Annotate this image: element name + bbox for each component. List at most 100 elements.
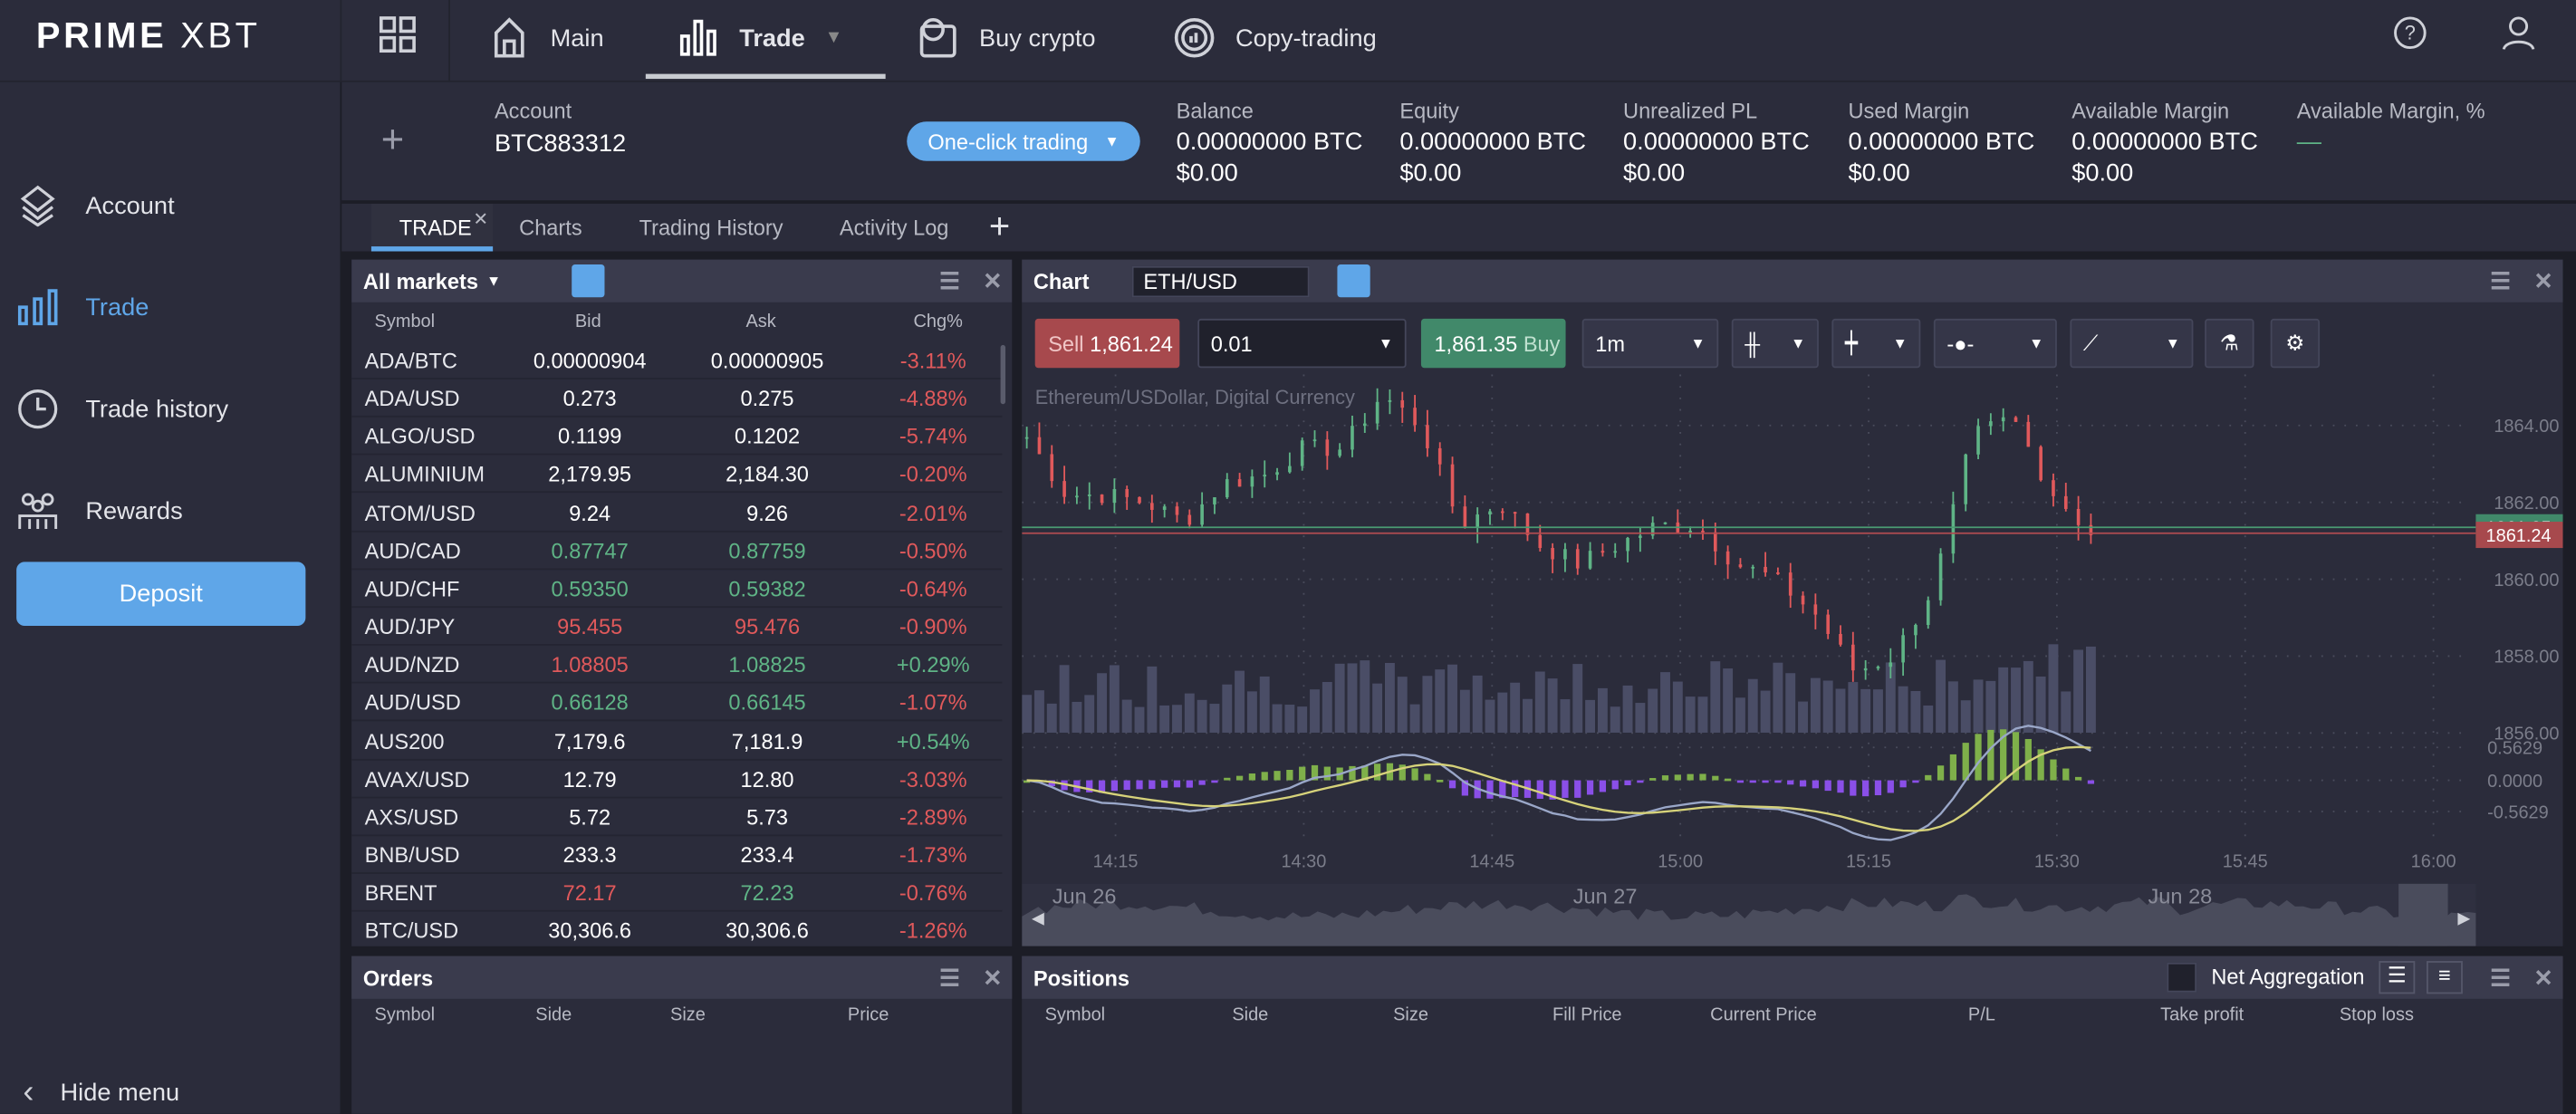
ask[interactable]: 5.73 bbox=[693, 804, 841, 829]
bid[interactable]: 5.72 bbox=[529, 804, 650, 829]
ask[interactable]: 12.80 bbox=[693, 766, 841, 791]
user-icon[interactable] bbox=[2501, 14, 2537, 51]
bid[interactable]: 95.455 bbox=[529, 614, 650, 639]
chart-type-button[interactable]: ╫ ▼ bbox=[1731, 318, 1819, 369]
ask[interactable]: 0.59382 bbox=[693, 576, 841, 600]
bid[interactable]: 233.3 bbox=[529, 842, 650, 867]
one-click-trading-button[interactable]: One-click trading ▼ bbox=[907, 121, 1140, 161]
col-symbol[interactable]: Symbol bbox=[375, 1005, 436, 1025]
bid[interactable]: 2,179.95 bbox=[529, 462, 650, 486]
ask[interactable]: 2,184.30 bbox=[693, 462, 841, 486]
draw-tool-button[interactable]: ⟋ ▼ bbox=[2070, 318, 2194, 369]
ask[interactable]: 30,306.6 bbox=[693, 918, 841, 943]
col-price[interactable]: Price bbox=[848, 1005, 889, 1025]
quantity-select[interactable]: 0.01 ▼ bbox=[1197, 318, 1407, 369]
sort-icon[interactable]: ☰ bbox=[2379, 961, 2416, 994]
menu-icon[interactable]: ☰ bbox=[939, 268, 960, 296]
ask[interactable]: 7,181.9 bbox=[693, 728, 841, 753]
deposit-button[interactable]: Deposit bbox=[16, 562, 306, 627]
net-aggregation-checkbox[interactable] bbox=[2167, 962, 2197, 993]
ask[interactable]: 9.26 bbox=[693, 500, 841, 524]
crosshair-button[interactable]: ┿ ▼ bbox=[1831, 318, 1921, 369]
ask[interactable]: 0.66145 bbox=[693, 690, 841, 715]
col-ask[interactable]: Ask bbox=[745, 312, 775, 332]
col-size[interactable]: Size bbox=[670, 1005, 706, 1025]
settings-button[interactable]: ⚙ bbox=[2270, 318, 2321, 369]
ask[interactable]: 1.08825 bbox=[693, 652, 841, 677]
market-row[interactable]: BTC/USD 30,306.6 30,306.6 -1.26% bbox=[351, 912, 1002, 946]
bid[interactable]: 0.1199 bbox=[529, 424, 650, 448]
col-symbol[interactable]: Symbol bbox=[375, 312, 436, 332]
bid[interactable]: 0.59350 bbox=[529, 576, 650, 600]
nav-main[interactable]: Main bbox=[488, 0, 604, 75]
col-symbol[interactable]: Symbol bbox=[1045, 1005, 1106, 1025]
link-icon[interactable] bbox=[572, 264, 605, 298]
col-stop-loss[interactable]: Stop loss bbox=[2340, 1005, 2414, 1025]
close-icon[interactable]: ✕ bbox=[2533, 965, 2552, 993]
ask[interactable]: 72.23 bbox=[693, 880, 841, 905]
add-tab-icon[interactable]: + bbox=[989, 206, 1010, 248]
market-row[interactable]: AUD/CAD 0.87747 0.87759 -0.50% bbox=[351, 532, 1003, 570]
close-tab-icon[interactable]: ✕ bbox=[473, 208, 488, 230]
bid[interactable]: 72.17 bbox=[529, 880, 650, 905]
sidebar-item-trade-history[interactable]: Trade history bbox=[16, 388, 228, 430]
market-row[interactable]: AUD/CHF 0.59350 0.59382 -0.64% bbox=[351, 570, 1003, 608]
col-current-price[interactable]: Current Price bbox=[1710, 1005, 1817, 1025]
account-id[interactable]: BTC883312 bbox=[495, 130, 626, 158]
sell-button[interactable]: Sell 1,861.24 bbox=[1034, 318, 1180, 369]
chevron-down-icon[interactable]: ▼ bbox=[486, 273, 501, 289]
market-row[interactable]: AUD/NZD 1.08805 1.08825 +0.29% bbox=[351, 646, 1003, 684]
market-row[interactable]: ALUMINIUM 2,179.95 2,184.30 -0.20% bbox=[351, 456, 1003, 494]
markets-filter[interactable]: All markets bbox=[363, 269, 478, 293]
bid[interactable]: 0.00000904 bbox=[529, 349, 650, 373]
sidebar-item-trade[interactable]: Trade bbox=[16, 286, 149, 329]
filter-icon[interactable]: ≡ bbox=[2426, 961, 2463, 994]
add-account-icon[interactable]: + bbox=[381, 119, 404, 165]
nav-trade[interactable]: Trade ▼ bbox=[677, 0, 842, 75]
nav-copy-trading[interactable]: Copy-trading bbox=[1173, 0, 1377, 75]
bid[interactable]: 0.87747 bbox=[529, 538, 650, 562]
tab-charts[interactable]: Charts bbox=[519, 216, 582, 240]
scrollbar[interactable] bbox=[1000, 344, 1006, 405]
market-row[interactable]: AVAX/USD 12.79 12.80 -3.03% bbox=[351, 760, 1003, 798]
ask[interactable]: 95.476 bbox=[693, 614, 841, 639]
market-row[interactable]: ALGO/USD 0.1199 0.1202 -5.74% bbox=[351, 418, 1003, 456]
menu-icon[interactable]: ☰ bbox=[2490, 965, 2511, 993]
tab-trade-label[interactable]: TRADE bbox=[399, 216, 472, 240]
hide-menu-button[interactable]: ‹ Hide menu bbox=[23, 1074, 179, 1112]
col-side[interactable]: Side bbox=[1232, 1005, 1268, 1025]
ask[interactable]: 0.275 bbox=[693, 386, 841, 410]
ask[interactable]: 0.1202 bbox=[693, 424, 841, 448]
market-row[interactable]: AXS/USD 5.72 5.73 -2.89% bbox=[351, 798, 1003, 836]
market-row[interactable]: ADA/BTC 0.00000904 0.00000905 -3.11% bbox=[351, 341, 1003, 379]
buy-button[interactable]: 1,861.35 Buy bbox=[1420, 318, 1566, 369]
market-row[interactable]: ATOM/USD 9.24 9.26 -2.01% bbox=[351, 494, 1003, 532]
market-row[interactable]: ADA/USD 0.273 0.275 -4.88% bbox=[351, 379, 1003, 418]
nav-buy-crypto[interactable]: Buy crypto bbox=[917, 0, 1096, 75]
logo[interactable]: PRIME XBT bbox=[36, 14, 261, 57]
market-row[interactable]: AUD/JPY 95.455 95.476 -0.90% bbox=[351, 608, 1003, 646]
menu-icon[interactable]: ☰ bbox=[939, 965, 960, 993]
market-row[interactable]: AUD/USD 0.66128 0.66145 -1.07% bbox=[351, 684, 1003, 722]
bid[interactable]: 30,306.6 bbox=[529, 918, 650, 943]
interval-select[interactable]: 1m ▼ bbox=[1581, 318, 1719, 369]
tab-trading-history[interactable]: Trading History bbox=[639, 216, 783, 240]
bid[interactable]: 9.24 bbox=[529, 500, 650, 524]
tab-activity-log[interactable]: Activity Log bbox=[840, 216, 949, 240]
bid[interactable]: 0.66128 bbox=[529, 690, 650, 715]
ask[interactable]: 0.00000905 bbox=[693, 349, 841, 373]
col-size[interactable]: Size bbox=[1393, 1005, 1428, 1025]
market-row[interactable]: BRENT 72.17 72.23 -0.76% bbox=[351, 874, 1003, 912]
sidebar-item-account[interactable]: Account bbox=[16, 184, 175, 227]
market-row[interactable]: AUS200 7,179.6 7,181.9 +0.54% bbox=[351, 722, 1003, 760]
close-icon[interactable]: ✕ bbox=[983, 965, 1002, 993]
bid[interactable]: 7,179.6 bbox=[529, 728, 650, 753]
navigator-window[interactable] bbox=[2398, 883, 2448, 946]
apps-grid-icon[interactable] bbox=[378, 14, 418, 54]
bid[interactable]: 0.273 bbox=[529, 386, 650, 410]
help-icon[interactable]: ? bbox=[2392, 14, 2428, 51]
close-icon[interactable]: ✕ bbox=[983, 268, 1002, 296]
ask[interactable]: 233.4 bbox=[693, 842, 841, 867]
ask[interactable]: 0.87759 bbox=[693, 538, 841, 562]
col-bid[interactable]: Bid bbox=[575, 312, 601, 332]
